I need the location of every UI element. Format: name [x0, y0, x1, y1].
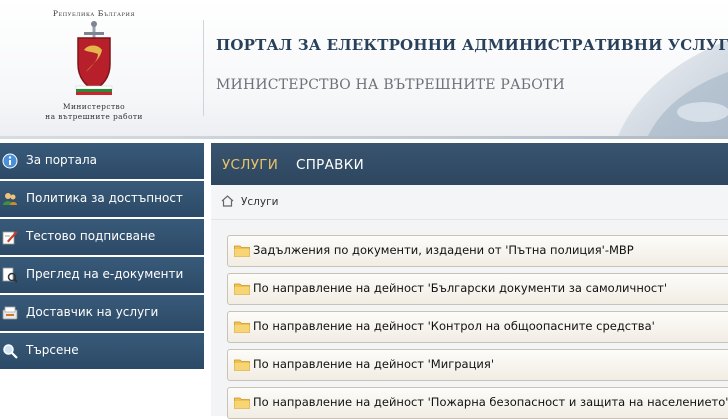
logo-ministry-line1: Министерство [62, 102, 126, 111]
sidebar-item-accessibility[interactable]: Политика за достъпност [0, 181, 204, 219]
folder-label: По направление на дейност 'Миграция' [253, 357, 494, 371]
sidebar-item-edocuments[interactable]: Преглед на е-документи [0, 257, 204, 295]
list-item[interactable]: По направление на дейност 'Български док… [227, 273, 728, 305]
home-icon[interactable] [221, 195, 234, 207]
folder-label: По направление на дейност 'Контрол на об… [253, 319, 655, 333]
folder-icon [234, 321, 250, 333]
folder-icon [234, 397, 250, 409]
sign-document-icon [2, 231, 18, 245]
tab-reports[interactable]: СПРАВКИ [296, 157, 364, 173]
folder-label: Задължения по документи, издадени от 'Пъ… [253, 243, 634, 257]
list-item[interactable]: По направление на дейност 'Контрол на об… [227, 311, 728, 343]
header-decoration-graphic [618, 40, 728, 136]
provider-icon [2, 306, 18, 320]
list-item[interactable]: По направление на дейност 'Пожарна безоп… [227, 387, 728, 419]
ministry-title: МИНИСТЕРСТВО НА ВЪТРЕШНИТЕ РАБОТИ [216, 77, 565, 93]
header-divider [203, 20, 204, 116]
coat-of-arms-icon [75, 21, 113, 95]
sidebar-item-test-signing[interactable]: Тестово подписване [0, 219, 204, 257]
ministry-logo[interactable]: Република България Министерство на вътре… [38, 6, 150, 126]
list-item[interactable]: Задължения по документи, издадени от 'Пъ… [227, 235, 728, 267]
breadcrumb: Услуги [211, 185, 728, 220]
site-header: Република България Министерство на вътре… [0, 0, 728, 138]
sidebar-item-label: Доставчик на услуги [26, 305, 159, 319]
sidebar-item-label: Политика за достъпност [26, 191, 183, 205]
logo-ministry-line2: на вътрешните работи [45, 112, 143, 121]
sidebar-item-about[interactable]: За портала [0, 143, 204, 181]
sidebar-item-label: Търсене [26, 343, 79, 357]
tab-services[interactable]: УСЛУГИ [222, 157, 278, 173]
logo-country-text: Република България [52, 9, 136, 18]
top-navigation: УСЛУГИ СПРАВКИ [211, 143, 728, 185]
sidebar-menu: За портала Политика за достъпност Тестов… [0, 143, 204, 416]
main-content: УСЛУГИ СПРАВКИ Услуги Задължения по доку… [211, 143, 728, 419]
sidebar-item-search[interactable]: Търсене [0, 333, 204, 371]
folder-icon [234, 359, 250, 371]
portal-title: ПОРТАЛ ЗА ЕЛЕКТРОННИ АДМИНИСТРАТИВНИ УСЛ… [216, 36, 728, 54]
folder-label: По направление на дейност 'Български док… [253, 281, 668, 295]
magnifier-icon [3, 344, 18, 359]
folder-label: По направление на дейност 'Пожарна безоп… [253, 395, 728, 409]
sidebar-item-label: За портала [26, 153, 98, 167]
info-icon [2, 153, 18, 169]
folder-icon [234, 245, 250, 257]
users-icon [3, 193, 17, 205]
folder-icon [234, 283, 250, 295]
sidebar-item-service-provider[interactable]: Доставчик на услуги [0, 295, 204, 333]
document-view-icon [2, 267, 18, 283]
breadcrumb-current[interactable]: Услуги [241, 196, 278, 208]
sidebar-item-label: Тестово подписване [26, 229, 156, 243]
sidebar-item-label: Преглед на е-документи [26, 267, 184, 281]
logo-ministry-text: Министерство на вътрешните работи [38, 102, 150, 122]
header-separator [0, 136, 728, 139]
list-item[interactable]: По направление на дейност 'Миграция' [227, 349, 728, 381]
